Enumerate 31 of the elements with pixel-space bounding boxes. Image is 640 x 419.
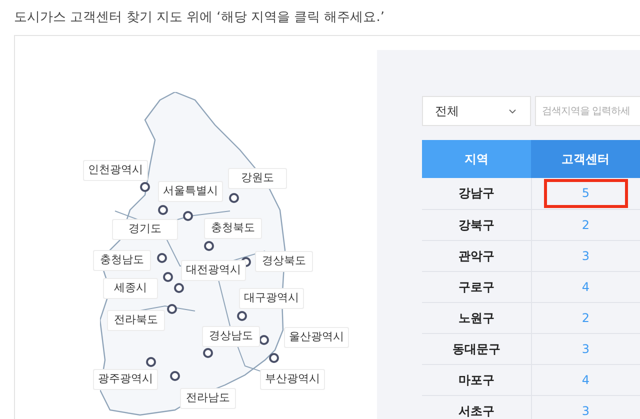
region-label[interactable]: 강원도 [228,168,287,189]
region-label[interactable]: 전라남도 [180,388,236,409]
search-field[interactable]: 검색지역을 입력하세 [535,96,640,126]
column-header: 고객센터 [531,140,640,178]
region-label[interactable]: 서울특별시 [158,181,223,202]
instruction-text: 도시가스 고객센터 찾기 지도 위에 ‘해당 지역을 클릭 해주세요.’ [14,9,384,27]
map-marker-icon[interactable] [140,182,150,192]
region-label[interactable]: 인천광역시 [83,160,148,181]
column-header: 지역 [422,140,531,178]
table-cell: 서초구 [422,395,531,419]
table-cell: 강남구 [422,178,531,209]
region-label[interactable]: 대구광역시 [239,288,304,309]
region-label[interactable]: 경상북도 [255,251,313,272]
map-marker-icon[interactable] [269,353,279,363]
region-label[interactable]: 경상남도 [202,326,260,347]
table-cell: 마포구 [422,364,531,395]
table-cell: 동대문구 [422,333,531,364]
region-label[interactable]: 부산광역시 [260,369,325,390]
region-label[interactable]: 대전광역시 [181,260,246,281]
region-label[interactable]: 경기도 [112,219,178,240]
table-cell: 구로구 [422,271,531,302]
region-label[interactable]: 충청남도 [93,250,151,271]
table-cell: 강북구 [422,209,531,240]
region-select[interactable]: 전체 [422,96,531,126]
table-cell: 관악구 [422,240,531,271]
table-cell: 노원구 [422,302,531,333]
region-label[interactable]: 전라북도 [107,310,165,331]
region-label[interactable]: 광주광역시 [93,369,158,390]
region-label[interactable]: 울산광역시 [284,327,349,348]
region-label[interactable]: 충청북도 [204,218,262,239]
region-label[interactable]: 세종시 [103,278,158,299]
